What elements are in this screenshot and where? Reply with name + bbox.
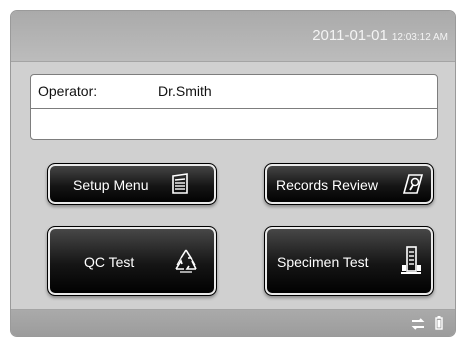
qc-test-button[interactable]: QC Test bbox=[47, 226, 217, 296]
specimen-test-button[interactable]: Specimen Test bbox=[264, 226, 434, 296]
qc-test-label: QC Test bbox=[84, 254, 135, 270]
recycle-icon bbox=[172, 247, 200, 280]
clock: 2011-01-01 12:03:12 AM bbox=[312, 27, 448, 45]
specimen-rack-icon bbox=[400, 245, 422, 282]
setup-menu-button[interactable]: Setup Menu bbox=[47, 163, 217, 205]
setup-menu-label: Setup Menu bbox=[73, 177, 149, 193]
records-review-label: Records Review bbox=[276, 177, 378, 193]
records-review-button[interactable]: Records Review bbox=[264, 163, 434, 205]
operator-label: Operator: bbox=[38, 83, 98, 99]
device-screen: 2011-01-01 12:03:12 AM Operator: Dr.Smith… bbox=[10, 10, 456, 337]
bottom-status-bar bbox=[11, 309, 455, 336]
battery-icon bbox=[435, 316, 443, 335]
time-display: 12:03:12 AM bbox=[391, 32, 448, 43]
specimen-test-label: Specimen Test bbox=[277, 254, 369, 270]
operator-name: Dr.Smith bbox=[158, 83, 212, 99]
date-display: 2011-01-01 bbox=[312, 27, 388, 44]
operator-panel: Operator: Dr.Smith bbox=[30, 74, 438, 140]
records-search-icon bbox=[402, 173, 426, 200]
top-status-bar: 2011-01-01 12:03:12 AM bbox=[11, 11, 455, 62]
transfer-arrows-icon bbox=[411, 317, 425, 335]
operator-row: Operator: Dr.Smith bbox=[31, 75, 437, 109]
list-icon bbox=[170, 173, 190, 200]
